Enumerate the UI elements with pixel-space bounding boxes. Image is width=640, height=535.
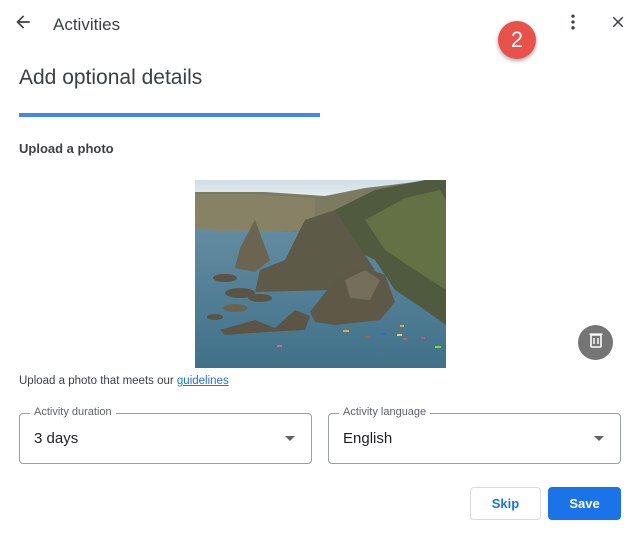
delete-photo-button[interactable] (578, 325, 613, 360)
upload-section-label: Upload a photo (19, 141, 114, 156)
activity-duration-select[interactable]: Activity duration 3 days (19, 406, 312, 464)
dropdown-arrow-icon (285, 436, 295, 441)
upload-helper-text: Upload a photo that meets our guidelines (19, 375, 229, 387)
helper-text: Upload a photo that meets our (19, 375, 177, 387)
more-options-button[interactable] (561, 12, 585, 36)
close-icon (609, 13, 627, 36)
activity-language-select[interactable]: Activity language English (328, 406, 621, 464)
progress-fill (19, 113, 320, 117)
more-vert-icon (563, 12, 583, 37)
page-title: Add optional details (19, 66, 203, 89)
save-button[interactable]: Save (548, 487, 621, 520)
arrow-left-icon (13, 12, 33, 37)
trash-icon (589, 332, 603, 353)
uploaded-photo (195, 180, 446, 368)
back-button[interactable] (11, 12, 35, 36)
skip-button[interactable]: Skip (470, 487, 541, 520)
close-button[interactable] (606, 12, 630, 36)
activity-duration-label: Activity duration (30, 406, 116, 418)
dialog-header: Activities (0, 0, 640, 50)
guidelines-link[interactable]: guidelines (177, 375, 229, 387)
step-badge: 2 (498, 21, 536, 59)
activity-language-value: English (343, 430, 393, 447)
header-title: Activities (53, 15, 121, 34)
progress-bar (19, 113, 621, 117)
dropdown-arrow-icon (594, 436, 604, 441)
activity-language-label: Activity language (339, 406, 431, 418)
activity-duration-value: 3 days (34, 430, 79, 447)
